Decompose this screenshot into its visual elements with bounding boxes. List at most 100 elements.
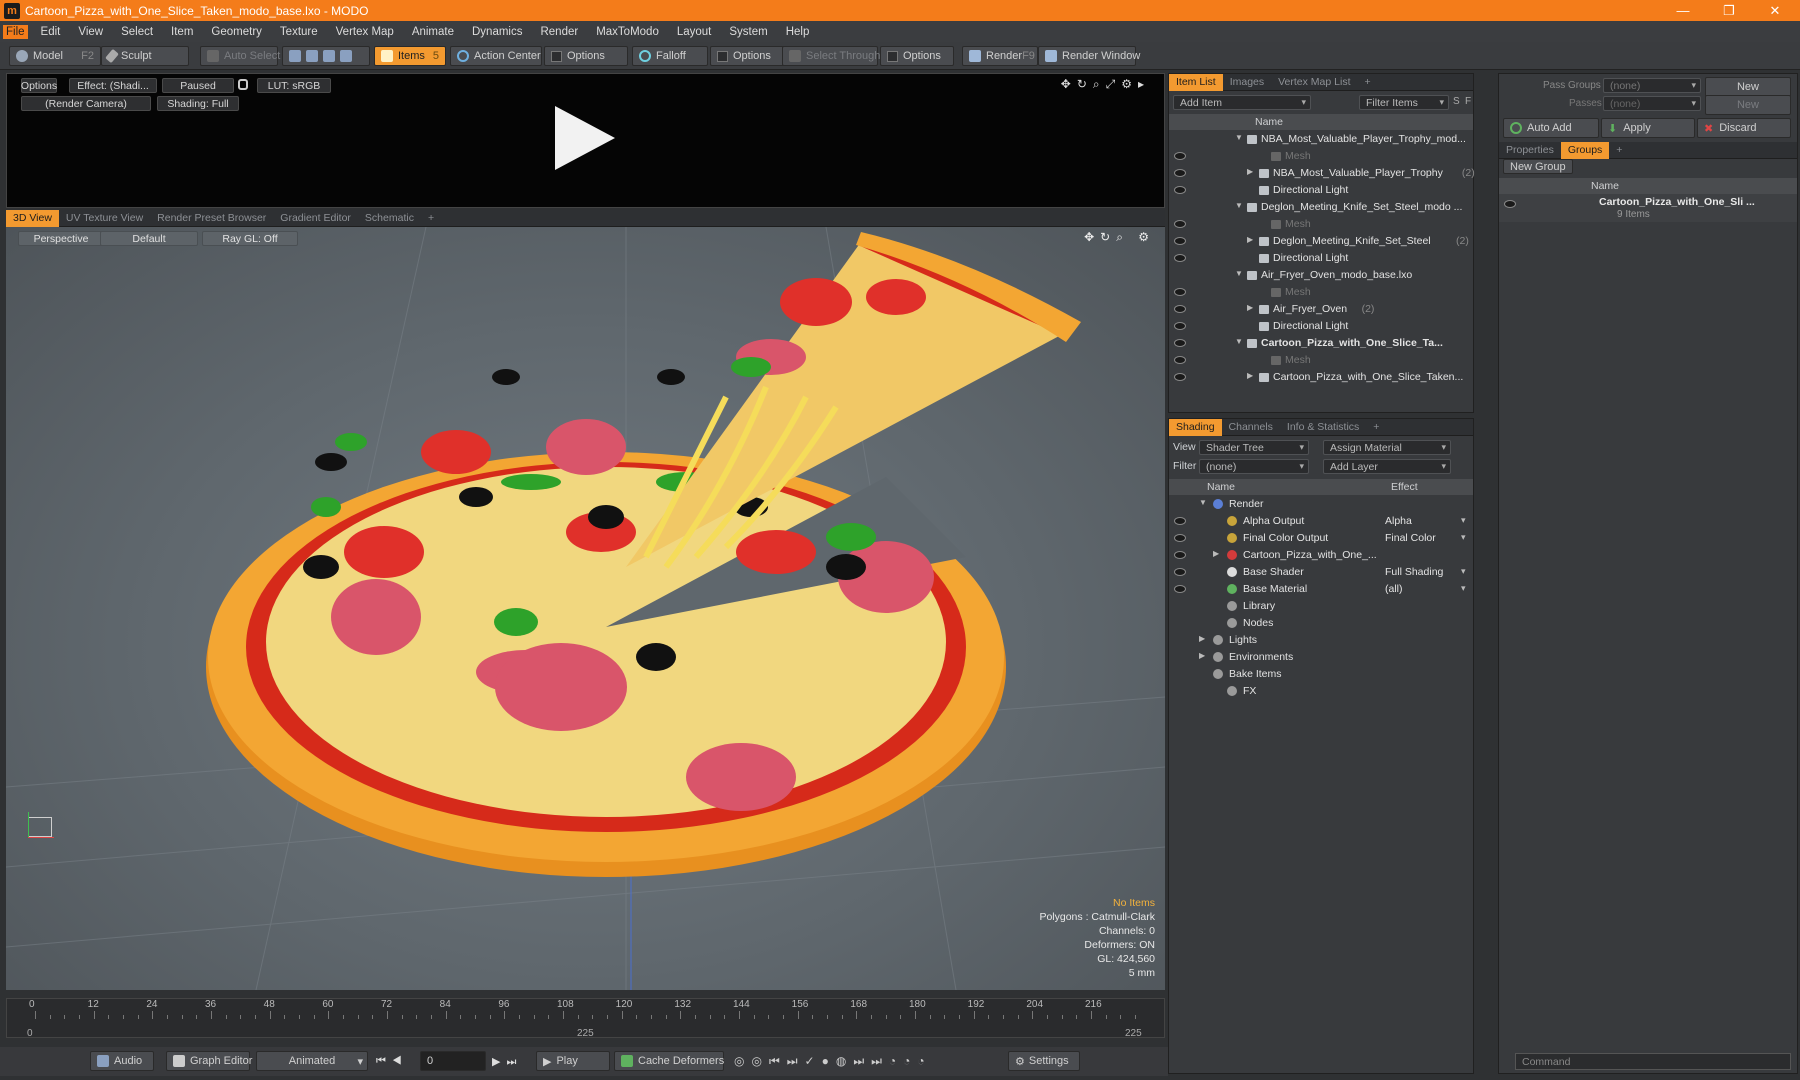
render-button[interactable]: Render F9 xyxy=(962,46,1038,66)
menu-geometry[interactable]: Geometry xyxy=(202,26,271,38)
options-checkbox[interactable] xyxy=(551,50,562,62)
collapse-arrow-icon[interactable]: ▶ xyxy=(1213,549,1219,558)
collapse-arrow-icon[interactable]: ▶ xyxy=(1247,167,1253,176)
graph-editor-button[interactable]: Graph Editor xyxy=(166,1051,252,1071)
shader-row[interactable]: Alpha Output Alpha ▾ xyxy=(1169,513,1473,530)
options-checkbox[interactable] xyxy=(887,50,898,62)
menu-maxtomodo[interactable]: MaxToModo xyxy=(587,26,668,38)
action-center-button[interactable]: Action Center xyxy=(450,46,542,66)
vertices-icon[interactable] xyxy=(289,50,301,62)
menu-select[interactable]: Select xyxy=(112,26,162,38)
preview-nav-icons[interactable]: ✥↻⌕⤢⚙▸ xyxy=(1061,77,1150,92)
expand-arrow-icon[interactable]: ▼ xyxy=(1235,201,1243,210)
new-group-button[interactable]: New Group xyxy=(1503,159,1573,174)
eye-icon[interactable] xyxy=(1174,152,1186,160)
item-list-row[interactable]: Directional Light xyxy=(1169,250,1473,267)
sculpt-button[interactable]: Sculpt xyxy=(101,46,189,66)
eye-icon[interactable] xyxy=(1174,568,1186,576)
eye-icon[interactable] xyxy=(1174,305,1186,313)
menu-item[interactable]: Item xyxy=(162,26,202,38)
add-tab-button[interactable]: + xyxy=(1366,419,1386,436)
item-list-row[interactable]: ▼ NBA_Most_Valuable_Player_Trophy_mod... xyxy=(1169,131,1473,148)
effect-value[interactable]: Alpha xyxy=(1385,515,1412,527)
play-button[interactable]: ▶ Play xyxy=(536,1051,610,1071)
preview-effect-dropdown[interactable]: Effect: (Shadi... xyxy=(69,78,157,93)
shading-dropdown[interactable]: Shading: Full xyxy=(157,96,239,111)
model-button[interactable]: Model F2 xyxy=(9,46,101,66)
add-layer-dropdown[interactable]: Add Layer xyxy=(1323,459,1451,474)
edges-icon[interactable] xyxy=(306,50,318,62)
shader-row[interactable]: ▶ Cartoon_Pizza_with_One_... xyxy=(1169,547,1473,564)
lock-icon[interactable] xyxy=(238,79,248,90)
collapse-arrow-icon[interactable]: ▶ xyxy=(1247,371,1253,380)
tab-3d-view[interactable]: 3D View xyxy=(6,209,59,227)
eye-icon[interactable] xyxy=(1174,551,1186,559)
tab-schematic[interactable]: Schematic xyxy=(358,210,421,227)
expand-arrow-icon[interactable]: ▼ xyxy=(1199,498,1207,507)
discard-button[interactable]: ✖ Discard xyxy=(1697,118,1791,138)
effect-value[interactable]: Final Color xyxy=(1385,532,1436,544)
tab-item-list[interactable]: Item List xyxy=(1169,73,1223,91)
add-item-dropdown[interactable]: Add Item xyxy=(1173,95,1311,110)
tab-groups[interactable]: Groups xyxy=(1560,141,1610,159)
group-row[interactable]: Cartoon_Pizza_with_One_Sli ... 9 Items xyxy=(1499,194,1797,222)
eye-icon[interactable] xyxy=(1174,339,1186,347)
expand-arrow-icon[interactable]: ▼ xyxy=(1235,269,1243,278)
eye-icon[interactable] xyxy=(1174,288,1186,296)
eye-icon[interactable] xyxy=(1174,373,1186,381)
shader-row[interactable]: ▼ Render xyxy=(1169,496,1473,513)
menu-render[interactable]: Render xyxy=(531,26,587,38)
menu-texture[interactable]: Texture xyxy=(271,26,327,38)
shader-tree-dropdown[interactable]: Shader Tree xyxy=(1199,440,1309,455)
shader-row[interactable]: Library xyxy=(1169,598,1473,615)
filter-items-field[interactable]: Filter Items xyxy=(1359,95,1449,110)
forward-icons[interactable]: ▶⏭ xyxy=(492,1055,522,1069)
preview-options-button[interactable]: Options xyxy=(21,78,57,93)
item-list-row[interactable]: Directional Light xyxy=(1169,318,1473,335)
expand-arrow-icon[interactable]: ▼ xyxy=(1235,337,1243,346)
preview-paused-button[interactable]: Paused xyxy=(162,78,234,93)
eye-icon[interactable] xyxy=(1504,200,1516,208)
maximize-button[interactable]: ❐ xyxy=(1706,0,1752,21)
cache-deformers-button[interactable]: Cache Deformers xyxy=(614,1051,724,1071)
item-list-row[interactable]: ▶ Air_Fryer_Oven (2) xyxy=(1169,301,1473,318)
command-input[interactable]: Command xyxy=(1515,1053,1791,1070)
tab-properties[interactable]: Properties xyxy=(1499,142,1561,159)
falloff-options-button[interactable]: Options xyxy=(710,46,784,66)
item-list-row[interactable]: Mesh xyxy=(1169,216,1473,233)
settings-button[interactable]: ⚙ Settings xyxy=(1008,1051,1080,1071)
tab-gradient-editor[interactable]: Gradient Editor xyxy=(273,210,358,227)
item-list-row[interactable]: ▼ Air_Fryer_Oven_modo_base.lxo xyxy=(1169,267,1473,284)
menu-dynamics[interactable]: Dynamics xyxy=(463,26,531,38)
add-tab-button[interactable]: + xyxy=(1609,142,1629,159)
tab-images[interactable]: Images xyxy=(1223,74,1271,91)
tab-uv-texture-view[interactable]: UV Texture View xyxy=(59,210,150,227)
menu-layout[interactable]: Layout xyxy=(668,26,721,38)
collapse-arrow-icon[interactable]: ▶ xyxy=(1247,303,1253,312)
select-through-button[interactable]: Select Through xyxy=(782,46,880,66)
chevron-down-icon[interactable]: ▾ xyxy=(1461,583,1466,594)
items-button[interactable]: Items 5 xyxy=(374,46,446,66)
menu-vertex-map[interactable]: Vertex Map xyxy=(327,26,403,38)
collapse-arrow-icon[interactable]: ▶ xyxy=(1199,651,1205,660)
item-list-row[interactable]: Mesh xyxy=(1169,352,1473,369)
filter-dropdown[interactable]: (none) xyxy=(1199,459,1309,474)
shader-row[interactable]: ▶ Environments xyxy=(1169,649,1473,666)
audio-button[interactable]: Audio xyxy=(90,1051,154,1071)
collapse-arrow-icon[interactable]: ▶ xyxy=(1247,235,1253,244)
menu-system[interactable]: System xyxy=(720,26,776,38)
chevron-down-icon[interactable]: ▾ xyxy=(1461,566,1466,577)
eye-icon[interactable] xyxy=(1174,220,1186,228)
new-pass-button[interactable]: New xyxy=(1705,95,1791,115)
menu-help[interactable]: Help xyxy=(777,26,819,38)
key-tools-icons[interactable]: ◎◎⏮⏭✓●◍⏭⏭◔◔◔ xyxy=(734,1054,932,1069)
chevron-down-icon[interactable]: ▾ xyxy=(1461,515,1466,526)
passes-dropdown[interactable]: (none) xyxy=(1603,96,1701,111)
item-list-row[interactable]: Directional Light xyxy=(1169,182,1473,199)
menu-file[interactable]: File xyxy=(3,24,28,39)
assign-material-button[interactable]: Assign Material xyxy=(1323,440,1451,455)
shader-row[interactable]: Nodes xyxy=(1169,615,1473,632)
3d-viewport[interactable]: Perspective Default Ray GL: Off ✥↻⌕ ⚙ No… xyxy=(6,227,1165,990)
menu-view[interactable]: View xyxy=(69,26,112,38)
shader-row[interactable]: Final Color Output Final Color ▾ xyxy=(1169,530,1473,547)
